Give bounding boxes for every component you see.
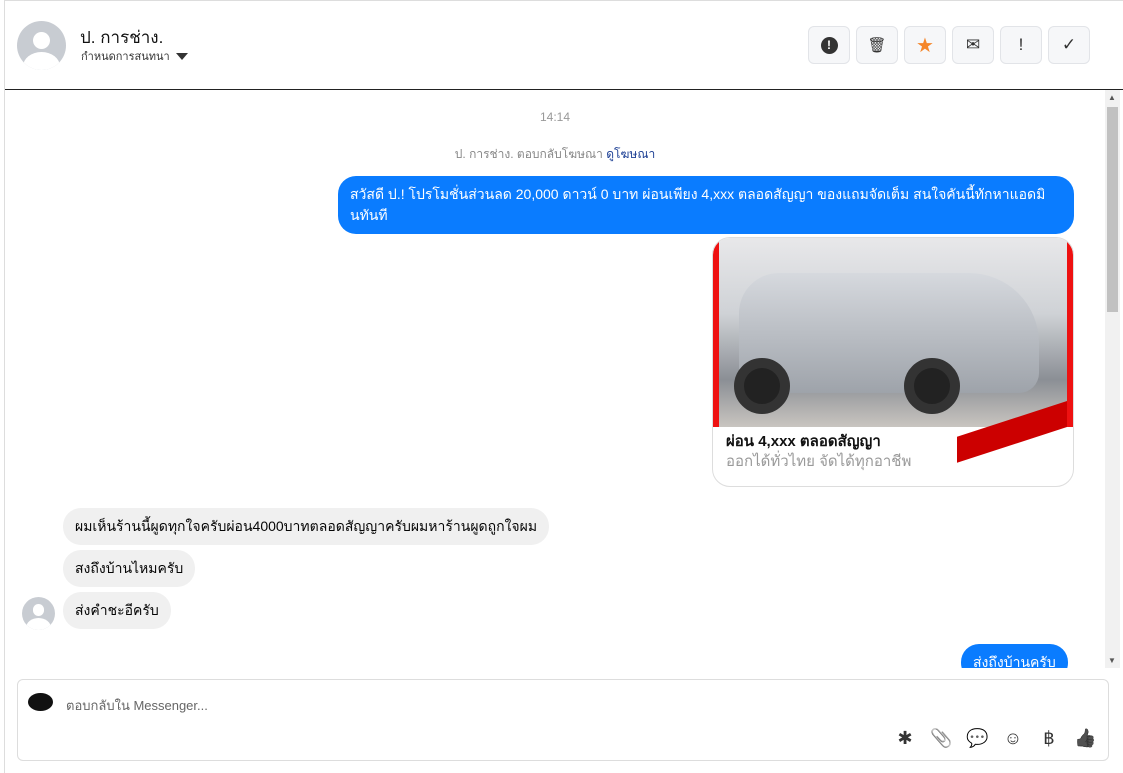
incoming-message: ส่งคำชะอีครับ — [63, 592, 171, 629]
message-thread: 14:14 ป. การช่าง. ตอบกลับโฆษณา ดูโฆษณา ส… — [5, 90, 1105, 668]
scrollbar[interactable]: ▲ ▼ — [1105, 90, 1120, 668]
conversation-header: ป. การช่าง. กำหนดการสนทนา ! 🗑 ★ ✉ ! ✓ — [5, 1, 1123, 90]
caret-down-icon — [175, 52, 188, 60]
composer-tools: ✱ 📎 💬 ☺ ฿ 👍 — [894, 728, 1096, 749]
sender-avatar — [22, 597, 55, 630]
card-subtitle: ออกได้ทั่วไทย จัดได้ทุกอาชีพ — [726, 453, 912, 470]
star-button[interactable]: ★ — [904, 26, 946, 64]
scroll-down-icon[interactable]: ▼ — [1108, 656, 1116, 665]
check-icon: ✓ — [1061, 35, 1077, 54]
contact-avatar — [17, 21, 66, 70]
star-icon: ★ — [916, 34, 934, 57]
mark-done-button[interactable]: ✓ — [1048, 26, 1090, 64]
mark-unread-button[interactable]: ✉ — [952, 26, 994, 64]
chat-dots-icon[interactable]: 💬 — [966, 728, 988, 749]
trash-icon: 🗑 — [867, 37, 887, 54]
alert-circle-icon: ! — [820, 36, 838, 54]
alert-button[interactable]: ! — [808, 26, 850, 64]
thumbs-up-icon[interactable]: 👍 — [1074, 728, 1096, 749]
ad-note-text: ป. การช่าง. ตอบกลับโฆษณา — [454, 147, 603, 161]
message-composer[interactable]: ตอบกลับใน Messenger... ✱ 📎 💬 ☺ ฿ 👍 — [17, 679, 1109, 761]
car-image — [713, 238, 1073, 463]
scrollbar-thumb[interactable] — [1107, 107, 1118, 312]
incoming-message: ผมเห็นร้านนี้ผูดทุกใจครับผ่อน4000บาทตลอด… — [63, 508, 550, 545]
timestamp: 14:14 — [539, 110, 571, 124]
exclamation-icon: ! — [1018, 35, 1024, 54]
incoming-message: สงถึงบ้านไหมครับ — [63, 550, 196, 587]
baht-icon[interactable]: ฿ — [1038, 728, 1060, 749]
outgoing-message: สวัสดี ป.! โปรโมชั่นส่วนลด 20,000 ดาวน์ … — [338, 176, 1074, 234]
envelope-icon: ✉ — [965, 35, 981, 54]
ad-card[interactable]: ผ่อน 4,xxx ตลอดสัญญา ออกได้ทั่วไทย จัดได… — [712, 237, 1074, 487]
reply-input[interactable]: ตอบกลับใน Messenger... — [66, 695, 208, 716]
delete-button[interactable]: 🗑 — [856, 26, 898, 64]
assign-label: กำหนดการสนทนา — [81, 51, 170, 63]
page-logo — [28, 693, 53, 711]
scroll-up-icon[interactable]: ▲ — [1108, 93, 1116, 102]
mark-important-button[interactable]: ! — [1000, 26, 1042, 64]
emoji-icon[interactable]: ☺ — [1002, 728, 1024, 749]
paperclip-icon[interactable]: 📎 — [930, 728, 952, 749]
ad-reply-note: ป. การช่าง. ตอบกลับโฆษณา ดูโฆษณา — [5, 145, 1105, 164]
saved-reply-icon[interactable]: ✱ — [894, 728, 916, 749]
header-actions: ! 🗑 ★ ✉ ! ✓ — [808, 26, 1090, 64]
view-ad-link[interactable]: ดูโฆษณา — [606, 147, 655, 161]
outgoing-message: ส่งถึงบ้านครับ — [961, 644, 1068, 668]
assign-conversation-dropdown[interactable]: กำหนดการสนทนา — [81, 47, 188, 65]
